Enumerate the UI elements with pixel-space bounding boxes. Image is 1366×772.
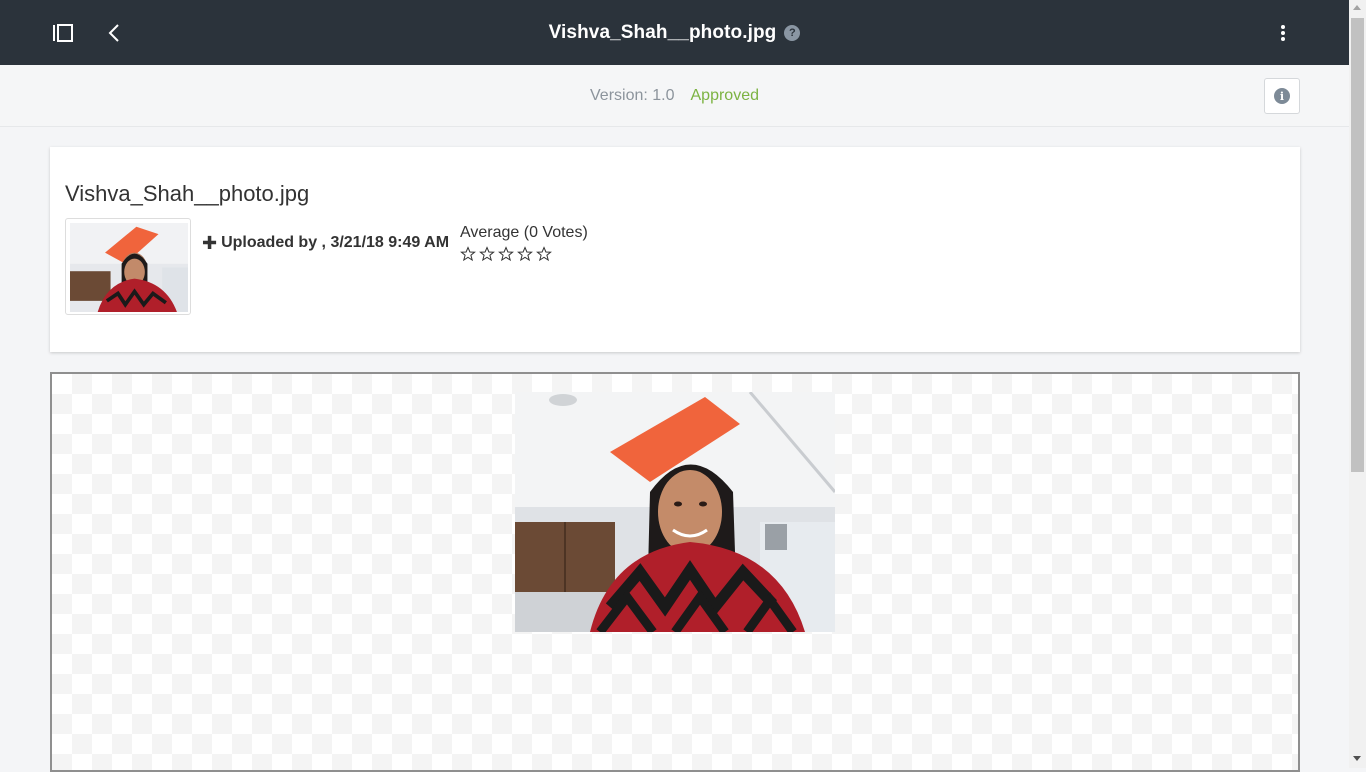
version-label: Version: 1.0	[590, 86, 675, 104]
upload-info-text: Uploaded by , 3/21/18 9:49 AM	[221, 234, 450, 251]
scroll-down-arrow-icon[interactable]	[1353, 756, 1361, 761]
title-container: Vishva_Shah__photo.jpg ?	[0, 0, 1349, 65]
star-icon[interactable]	[517, 246, 533, 262]
image-preview[interactable]	[515, 392, 835, 632]
star-icon[interactable]	[536, 246, 552, 262]
kebab-menu-icon[interactable]	[1274, 22, 1292, 44]
star-icon[interactable]	[479, 246, 495, 262]
scroll-up-arrow-icon[interactable]	[1353, 5, 1361, 10]
upload-info: ✚ Uploaded by , 3/21/18 9:49 AM	[202, 234, 449, 252]
file-thumbnail[interactable]	[65, 218, 191, 315]
rating-block: Average (0 Votes)	[460, 224, 588, 262]
rating-label: Average (0 Votes)	[460, 224, 588, 241]
vertical-scrollbar[interactable]	[1349, 0, 1366, 768]
top-app-bar: Vishva_Shah__photo.jpg ?	[0, 0, 1349, 65]
file-name-heading: Vishva_Shah__photo.jpg	[65, 181, 310, 206]
status-badge: Approved	[690, 86, 760, 104]
star-icon[interactable]	[460, 246, 476, 262]
info-button[interactable]: i	[1264, 78, 1300, 114]
star-rating	[460, 246, 588, 262]
image-preview-panel	[50, 372, 1300, 772]
scrollbar-thumb[interactable]	[1351, 18, 1364, 472]
help-icon[interactable]: ?	[784, 24, 801, 41]
version-bar: Version: 1.0 Approved i	[0, 65, 1349, 127]
star-icon[interactable]	[498, 246, 514, 262]
info-icon: i	[1274, 88, 1290, 104]
plus-icon[interactable]: ✚	[202, 234, 217, 252]
page-title: Vishva_Shah__photo.jpg	[548, 21, 777, 43]
file-details-card: Vishva_Shah__photo.jpg ✚ Uploaded by , 3…	[50, 147, 1300, 352]
